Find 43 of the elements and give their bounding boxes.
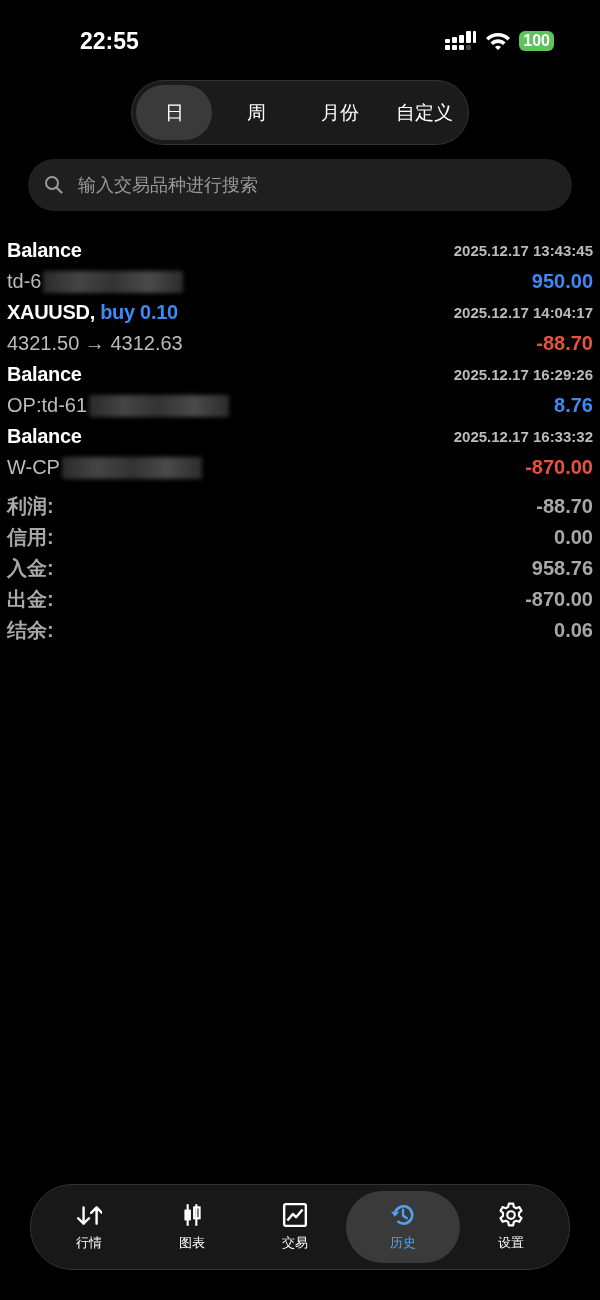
period-tab[interactable]: 自定义 (384, 85, 464, 140)
record-amount: -870.00 (525, 456, 593, 479)
settings-icon (498, 1202, 525, 1228)
summary-label: 利润: (7, 494, 54, 519)
summary-label: 出金: (7, 587, 54, 612)
nav-tab[interactable]: 图表 (140, 1191, 244, 1263)
summary-label: 入金: (7, 556, 54, 581)
summary-value: 0.00 (554, 526, 593, 549)
record-detail: 4321.50 → 4312.63 (7, 332, 183, 355)
period-tab[interactable]: 日 (136, 85, 212, 140)
nav-tab[interactable]: 交易 (243, 1191, 347, 1263)
wifi-icon (485, 31, 512, 51)
summary-value: -870.00 (525, 588, 593, 611)
battery-indicator: 100 (519, 31, 554, 51)
record-title: XAUUSD, buy 0.10 (7, 301, 178, 324)
record-title: Balance (7, 239, 82, 262)
summary-value: 0.06 (554, 619, 593, 642)
period-tab[interactable]: 周 (216, 85, 296, 140)
record-time: 2025.12.17 14:04:17 (453, 304, 593, 321)
nav-tab[interactable]: 设置 (459, 1191, 563, 1263)
record-time: 2025.12.17 16:33:32 (453, 428, 593, 445)
record-title: Balance (7, 363, 82, 386)
record-amount: 8.76 (554, 394, 593, 417)
status-time: 22:55 (80, 27, 139, 55)
record-amount: -88.70 (536, 332, 593, 355)
summary-value: -88.70 (536, 495, 593, 518)
line-chart-icon (281, 1202, 308, 1228)
history-icon (390, 1202, 417, 1228)
summary-value: 958.76 (531, 557, 593, 580)
nav-tab[interactable]: 历史 (346, 1191, 460, 1263)
summary-label: 结余: (7, 618, 54, 643)
record-detail: W-CP (7, 456, 60, 479)
record-amount: 950.00 (531, 270, 593, 293)
record-time: 2025.12.17 16:29:26 (453, 366, 593, 383)
period-tab[interactable]: 月份 (300, 85, 380, 140)
search-field[interactable]: 输入交易品种进行搜索 (28, 159, 572, 211)
record-detail: OP:td-61 (7, 394, 88, 417)
nav-tab[interactable]: 行情 (37, 1191, 141, 1263)
record-time: 2025.12.17 13:43:45 (453, 242, 593, 259)
record-title: Balance (7, 425, 82, 448)
record-detail: td-6 (7, 270, 42, 293)
signal-icon (445, 31, 478, 51)
summary-label: 信用: (7, 525, 54, 550)
